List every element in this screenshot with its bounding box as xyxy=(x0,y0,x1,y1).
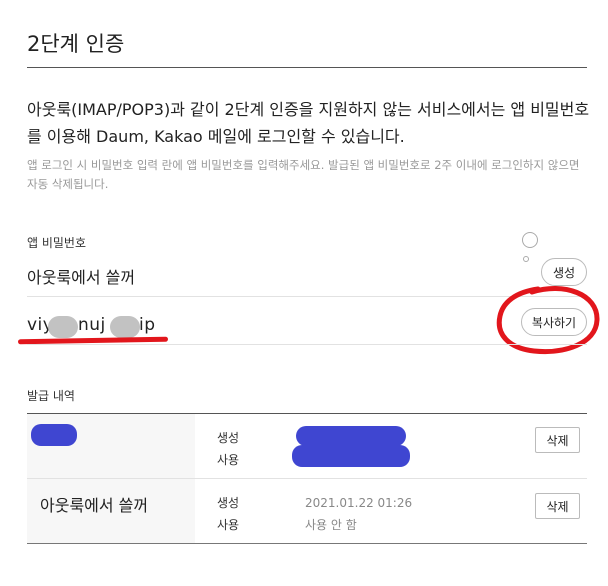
redaction-mark xyxy=(292,445,410,467)
history-row-2-created-label: 생성 xyxy=(217,496,240,510)
history-row-2-used-value: 사용 안 함 xyxy=(305,518,357,532)
loading-circle-icon xyxy=(522,232,538,248)
app-password-part-2: nuj xyxy=(78,315,106,335)
redaction-mark xyxy=(296,426,406,446)
page-title: 2단계 인증 xyxy=(27,32,125,56)
history-row-2-name: 아웃룩에서 쓸꺼 xyxy=(40,496,149,515)
value-row-divider xyxy=(27,344,587,345)
page-description: 아웃룩(IMAP/POP3)과 같이 2단계 인증을 지원하지 않는 서비스에서… xyxy=(27,100,590,146)
history-label: 발급 내역 xyxy=(27,389,75,403)
app-password-name: 아웃룩에서 쓸꺼 xyxy=(27,268,136,287)
red-circle-annotation xyxy=(496,286,600,355)
title-divider xyxy=(27,67,587,68)
history-row-1-used-label: 사용 xyxy=(217,453,240,467)
history-bottom-rule xyxy=(27,543,587,544)
history-row-2-used-label: 사용 xyxy=(217,518,240,532)
small-dot-icon xyxy=(523,256,529,262)
redaction-mark xyxy=(31,424,77,446)
delete-button[interactable]: 삭제 xyxy=(535,427,580,453)
delete-button[interactable]: 삭제 xyxy=(535,493,580,519)
obscured-segment xyxy=(48,316,78,338)
app-password-label: 앱 비밀번호 xyxy=(27,236,87,250)
app-password-part-3: ip xyxy=(139,315,156,335)
page-note: 앱 로그인 시 비밀번호 입력 란에 앱 비밀번호를 입력해주세요. 발급된 앱… xyxy=(27,158,580,191)
obscured-segment xyxy=(110,316,140,338)
history-row-2-created-value: 2021.01.22 01:26 xyxy=(305,496,413,510)
history-row-1-created-label: 생성 xyxy=(217,431,240,445)
